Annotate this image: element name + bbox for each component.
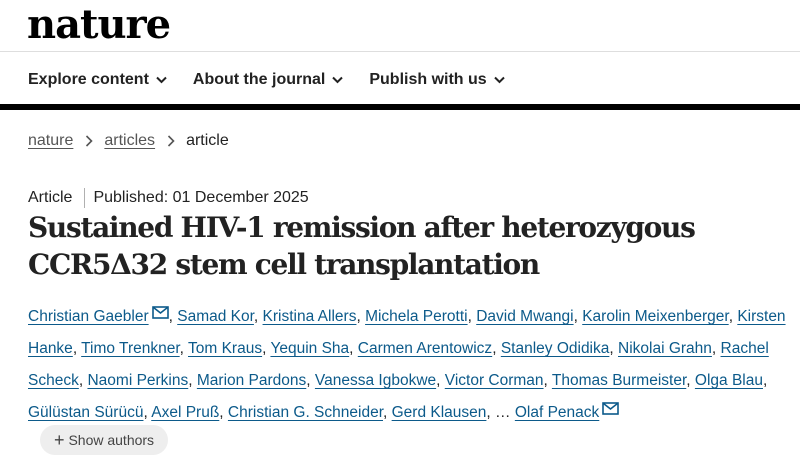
show-authors-label: Show authors xyxy=(68,432,155,448)
plus-icon: + xyxy=(53,430,65,450)
article-title: Sustained HIV-1 remission after heterozy… xyxy=(28,211,696,281)
author-link[interactable]: Karolin Meixenberger xyxy=(582,308,728,325)
show-authors-button[interactable]: + Show authors xyxy=(40,425,168,455)
meta-divider xyxy=(84,188,86,208)
author-link[interactable]: Olga Blau xyxy=(695,372,763,389)
chevron-right-icon xyxy=(86,135,94,147)
nav-label: Publish with us xyxy=(369,71,487,88)
author-link[interactable]: Thomas Burmeister xyxy=(552,372,686,389)
nav-label: Explore content xyxy=(28,71,149,88)
author-link[interactable]: Victor Corman xyxy=(445,372,544,389)
article-type: Article xyxy=(28,189,73,206)
author-link[interactable]: Marion Pardons xyxy=(197,372,306,389)
mail-icon[interactable] xyxy=(151,306,169,319)
header-divider xyxy=(0,51,800,52)
nav-label: About the journal xyxy=(192,71,326,88)
nav-explore-content[interactable]: Explore content xyxy=(28,68,167,92)
breadcrumb-articles[interactable]: articles xyxy=(104,132,155,150)
author-link[interactable]: Timo Trenkner xyxy=(81,340,180,357)
author-link[interactable]: Yequin Sha xyxy=(270,340,349,357)
published-date: Published: 01 December 2025 xyxy=(93,189,309,206)
breadcrumb-nature[interactable]: nature xyxy=(28,132,73,150)
author-link[interactable]: Kristina Allers xyxy=(263,308,357,325)
chevron-right-icon xyxy=(167,135,175,147)
author-link[interactable]: Samad Kor xyxy=(177,308,254,325)
author-link[interactable]: Axel Pruß xyxy=(151,404,219,421)
author-link[interactable]: Christian Gaebler xyxy=(28,308,149,325)
nav-about-the-journal[interactable]: About the journal xyxy=(192,68,344,92)
mail-icon[interactable] xyxy=(602,402,620,415)
chevron-down-icon xyxy=(156,76,167,84)
author-link[interactable]: Gerd Klausen xyxy=(392,404,487,421)
author-link[interactable]: Stanley Odidika xyxy=(501,340,610,357)
author-ellipsis: … xyxy=(495,404,511,421)
main-nav: Explore content About the journal Publis… xyxy=(28,68,531,92)
nav-bottom-rule xyxy=(0,104,800,110)
nav-publish-with-us[interactable]: Publish with us xyxy=(369,68,505,92)
author-link[interactable]: Carmen Arentowicz xyxy=(358,340,492,357)
author-link[interactable]: David Mwangi xyxy=(476,308,573,325)
author-list: Christian Gaebler, Samad Kor, Kristina A… xyxy=(28,306,786,421)
breadcrumb: nature articles article xyxy=(28,132,229,150)
article-meta: Article Published: 01 December 2025 xyxy=(28,188,309,208)
author-link[interactable]: Naomi Perkins xyxy=(87,372,188,389)
author-link[interactable]: Gülüstan Sürücü xyxy=(28,404,143,421)
author-link[interactable]: Olaf Penack xyxy=(515,404,599,421)
author-link[interactable]: Tom Kraus xyxy=(188,340,262,357)
author-link[interactable]: Vanessa Igbokwe xyxy=(315,372,436,389)
chevron-down-icon xyxy=(493,76,505,84)
author-link[interactable]: Michela Perotti xyxy=(365,308,468,325)
author-link[interactable]: Nikolai Grahn xyxy=(618,340,712,357)
chevron-down-icon xyxy=(332,76,344,84)
breadcrumb-current: article xyxy=(186,132,229,149)
nature-logo[interactable]: nature xyxy=(27,2,171,48)
author-link[interactable]: Christian G. Schneider xyxy=(228,404,383,421)
